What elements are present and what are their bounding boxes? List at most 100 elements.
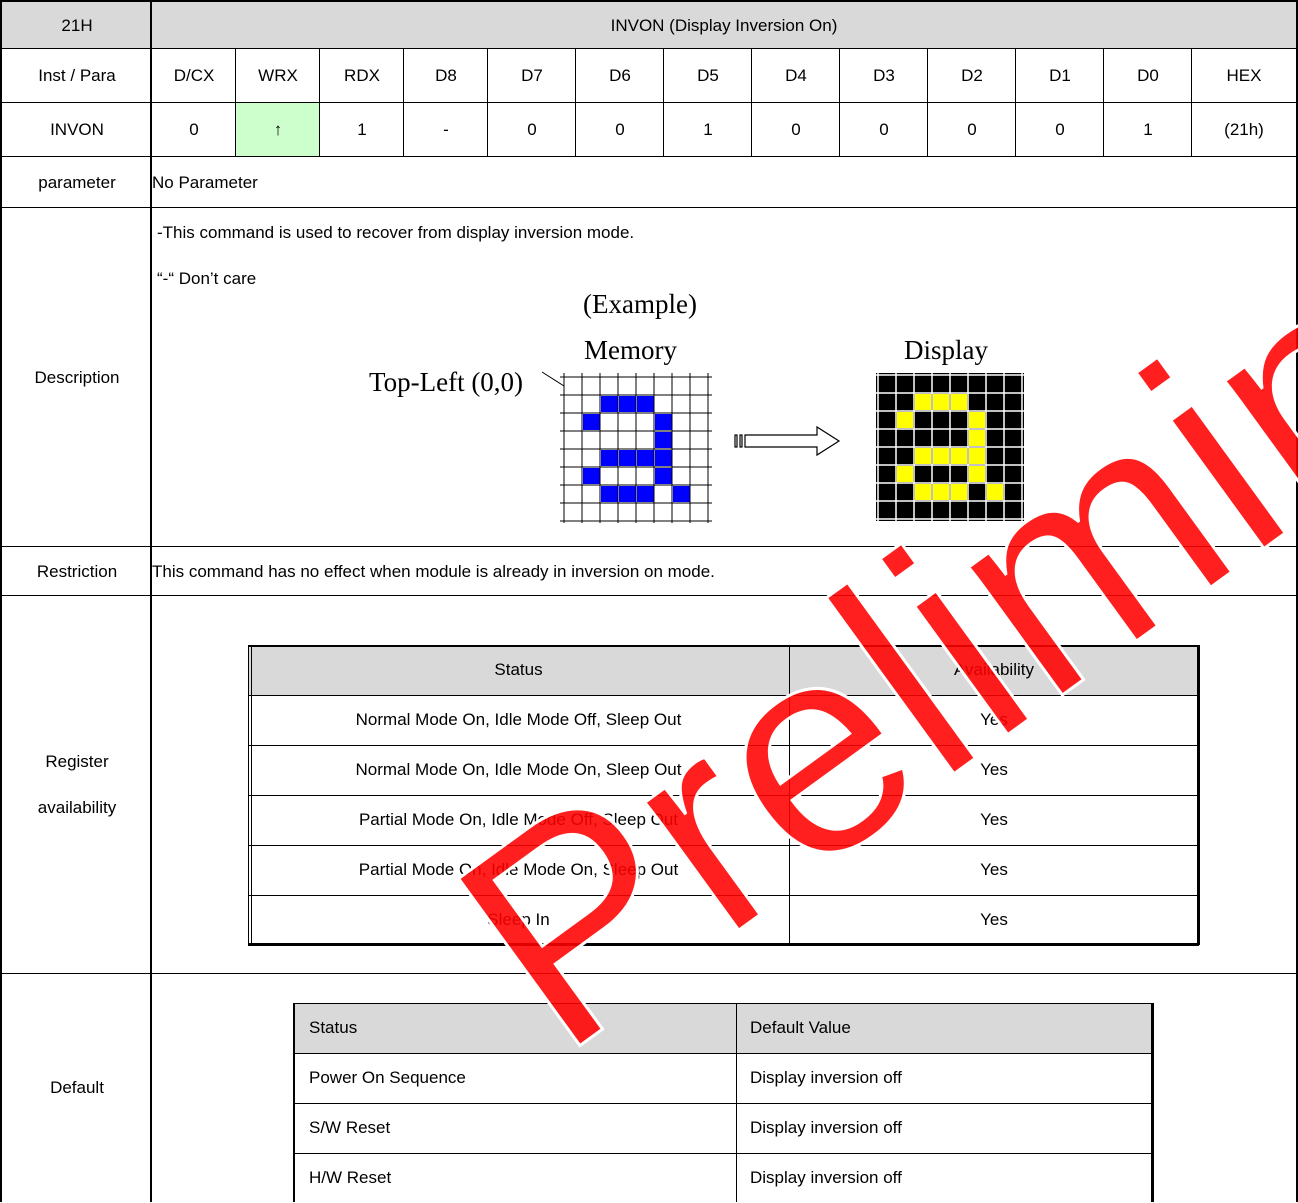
display-pixel — [951, 394, 967, 410]
memory-pixel — [619, 396, 636, 412]
bit-header-cell: WRX — [258, 65, 298, 85]
default-value-cell: Display inversion off — [750, 1168, 902, 1187]
memory-pixel — [655, 414, 672, 430]
memory-pixel — [619, 486, 636, 502]
memory-pixel — [583, 414, 600, 430]
display-pixel — [915, 448, 931, 464]
memory-pixel — [619, 450, 636, 466]
display-pixel — [969, 448, 985, 464]
availability-cell: Yes — [980, 810, 1008, 829]
default-status-cell: Power On Sequence — [309, 1068, 466, 1087]
command-spec-sheet: 21H INVON (Display Inversion On) Inst / … — [0, 0, 1298, 1202]
bit-header-cell: D7 — [521, 65, 543, 85]
register-label-line1: Register — [45, 752, 109, 771]
bit-value-cell: 0 — [1055, 119, 1065, 139]
availability-cell: Yes — [980, 760, 1008, 779]
status-cell: Sleep In — [487, 910, 550, 929]
memory-pixel — [655, 432, 672, 448]
bit-value-cell: ↑ — [236, 103, 320, 156]
example-title: (Example) — [583, 289, 697, 319]
top-left-label: Top-Left (0,0) — [369, 367, 524, 397]
bit-header-cell: D5 — [697, 65, 719, 85]
bit-value-cell: 1 — [357, 119, 367, 139]
memory-pixel — [655, 468, 672, 484]
default-status-cell: H/W Reset — [309, 1168, 392, 1187]
register-availability-label: Register availability — [2, 596, 152, 974]
bit-header-cell: Inst / Para — [38, 65, 116, 85]
memory-pixel — [583, 468, 600, 484]
command-code: 21H — [2, 2, 152, 49]
memory-label: Memory — [584, 335, 677, 365]
memory-pixel — [637, 450, 654, 466]
memory-grid — [560, 373, 712, 523]
status-cell: Partial Mode On, Idle Mode Off, Sleep Ou… — [358, 810, 679, 829]
default-value-cell: Display inversion off — [750, 1068, 902, 1087]
memory-pixel — [601, 450, 618, 466]
bit-value-cell: 1 — [703, 119, 713, 139]
memory-pixel — [601, 396, 618, 412]
default-label: Default — [50, 1078, 104, 1097]
status-header: Status — [248, 645, 789, 695]
display-pixel — [987, 484, 1003, 500]
restriction-label: Restriction — [36, 561, 118, 581]
bit-header-cell: D/CX — [173, 65, 215, 85]
availability-cell: Yes — [980, 860, 1008, 879]
display-pixel — [969, 466, 985, 482]
display-pixel — [897, 466, 913, 482]
default-status-cell: S/W Reset — [309, 1118, 391, 1137]
memory-pixel — [637, 486, 654, 502]
availability-cell: Yes — [980, 910, 1008, 929]
parameter-label: parameter — [38, 172, 116, 192]
status-cell: Normal Mode On, Idle Mode On, Sleep Out — [355, 760, 682, 779]
display-pixel — [933, 484, 949, 500]
bit-value-cell: - — [443, 119, 449, 139]
availability-header: Availability — [789, 645, 1199, 695]
bit-value-cell: 0 — [879, 119, 889, 139]
bit-value-cell: 0 — [189, 119, 199, 139]
default-value-cell: Display inversion off — [750, 1118, 902, 1137]
hex-value: (21h) — [1224, 119, 1264, 139]
parameter-value: No Parameter — [152, 172, 258, 192]
display-pixel — [915, 484, 931, 500]
bit-header-cell: D0 — [1137, 65, 1159, 85]
arrow-icon — [734, 425, 841, 457]
display-pixel — [951, 484, 967, 500]
bit-value-cell: 0 — [527, 119, 537, 139]
display-pixel — [951, 448, 967, 464]
memory-pixel — [637, 396, 654, 412]
dont-care-note: “-“ Don’t care — [157, 269, 257, 288]
command-title: INVON (Display Inversion On) — [152, 2, 1296, 49]
bit-header-cell: D3 — [873, 65, 895, 85]
display-pixel — [933, 394, 949, 410]
bit-value-cell: 0 — [615, 119, 625, 139]
bit-header-cell: D8 — [435, 65, 457, 85]
display-pixel — [897, 412, 913, 428]
display-label: Display — [904, 335, 988, 365]
display-pixel — [969, 430, 985, 446]
memory-pixel — [601, 486, 618, 502]
bit-value-cell: 0 — [791, 119, 801, 139]
status-cell: Normal Mode On, Idle Mode Off, Sleep Out — [355, 710, 682, 729]
memory-pixel — [655, 450, 672, 466]
display-pixel — [933, 448, 949, 464]
display-pixel — [915, 394, 931, 410]
bit-value-cell: 1 — [1143, 119, 1153, 139]
bit-header-cell: D1 — [1049, 65, 1071, 85]
availability-cell: Yes — [980, 710, 1008, 729]
status-cell: Partial Mode On, Idle Mode On, Sleep Out — [358, 860, 679, 879]
instruction-name: INVON — [50, 119, 104, 139]
description-line-1: -This command is used to recover from di… — [157, 223, 635, 242]
bit-header-cell: D2 — [961, 65, 983, 85]
bit-header-cell: D6 — [609, 65, 631, 85]
register-label-line2: availability — [37, 798, 117, 817]
bit-header-cell: D4 — [785, 65, 807, 85]
bit-header-cell: HEX — [1226, 65, 1262, 85]
default-status-header: Status — [295, 1003, 736, 1053]
default-value-header: Default Value — [736, 1003, 1153, 1053]
description-label: Description — [34, 367, 120, 387]
bit-value-cell: 0 — [967, 119, 977, 139]
display-pixel — [969, 412, 985, 428]
display-grid — [876, 373, 1024, 521]
restriction-value: This command has no effect when module i… — [152, 561, 715, 581]
memory-pixel — [673, 486, 690, 502]
